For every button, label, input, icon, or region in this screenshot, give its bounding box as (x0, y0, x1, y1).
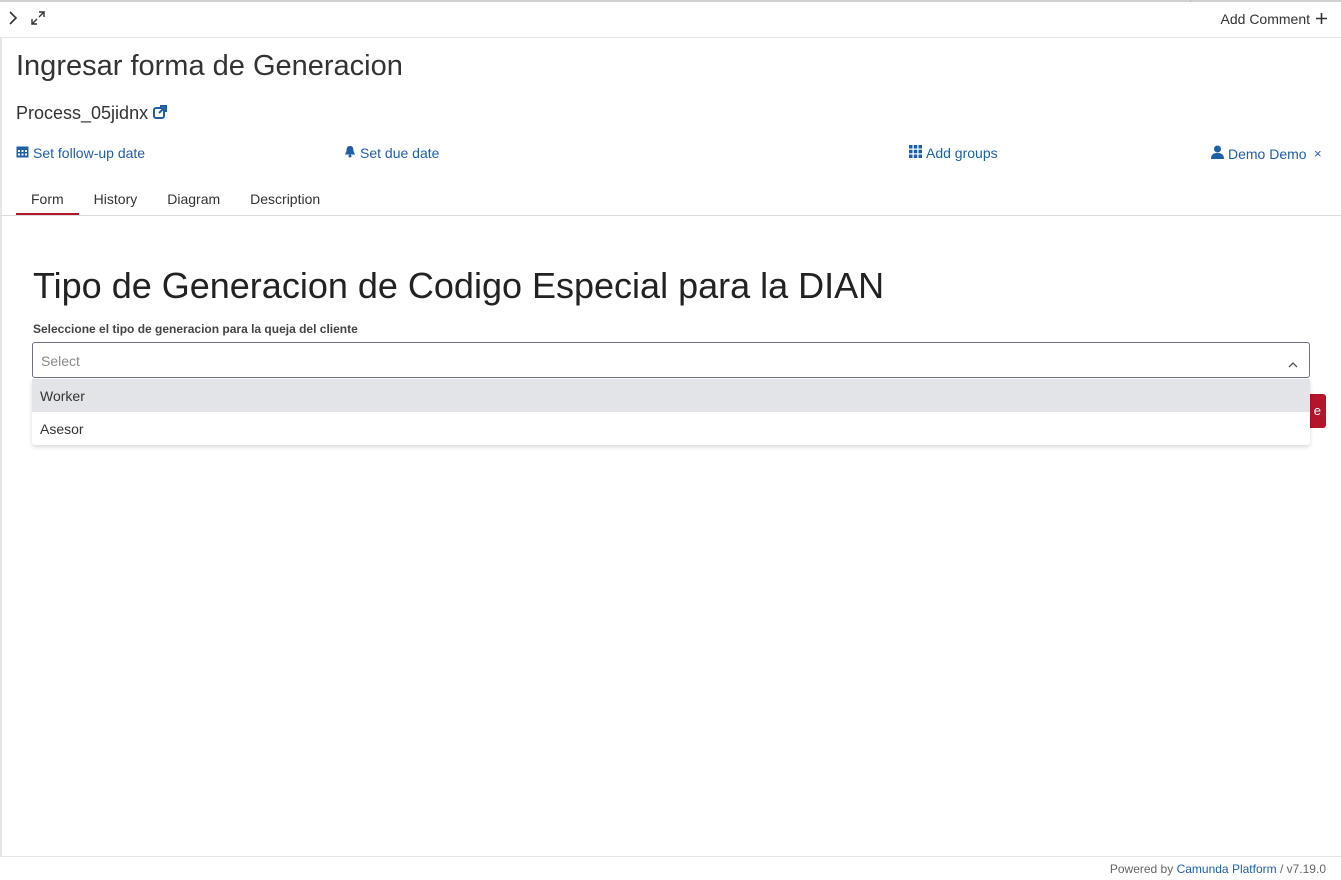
task-tabs: Form History Diagram Description (16, 184, 335, 216)
tab-description[interactable]: Description (235, 184, 335, 216)
select-placeholder: Select (41, 353, 80, 369)
divider (1190, 0, 1191, 2)
task-title: Ingresar forma de Generacion (16, 50, 403, 82)
user-icon (1211, 145, 1224, 162)
version-text: / v7.19.0 (1276, 862, 1326, 876)
select-dropdown: Worker Asesor (32, 379, 1310, 445)
assignee-button[interactable]: Demo Demo (1211, 145, 1307, 162)
tab-form[interactable]: Form (16, 184, 79, 216)
footer-divider (0, 856, 1341, 857)
task-header-bar: Add Comment (0, 0, 1341, 38)
add-groups-label: Add groups (926, 145, 998, 161)
tabs-divider (0, 215, 1341, 216)
tab-diagram[interactable]: Diagram (152, 184, 235, 216)
bell-icon (344, 145, 356, 161)
calendar-icon (16, 145, 29, 161)
add-groups-button[interactable]: Add groups (909, 145, 998, 161)
add-comment-button[interactable]: Add Comment (1221, 11, 1327, 27)
add-comment-label: Add Comment (1220, 11, 1310, 27)
grid-icon (909, 145, 922, 161)
submit-button[interactable]: e (1310, 394, 1326, 428)
expand-icon[interactable] (31, 11, 45, 30)
option-worker[interactable]: Worker (32, 379, 1310, 412)
form-title: Tipo de Generacion de Codigo Especial pa… (33, 265, 885, 306)
set-due-date-button[interactable]: Set due date (344, 145, 439, 161)
process-name: Process_05jidnx (16, 103, 149, 123)
tab-history[interactable]: History (79, 184, 153, 216)
external-link-icon[interactable] (153, 103, 168, 124)
remove-assignee-button[interactable]: × (1314, 146, 1322, 161)
process-link[interactable]: Process_05jidnx (16, 103, 168, 124)
sidebar-edge (0, 38, 2, 856)
camunda-link[interactable]: Camunda Platform (1177, 862, 1277, 876)
footer: Powered by Camunda Platform / v7.19.0 (1110, 862, 1326, 876)
assignee-name: Demo Demo (1228, 145, 1307, 162)
set-follow-up-date-button[interactable]: Set follow-up date (16, 145, 145, 161)
follow-up-label: Set follow-up date (33, 145, 146, 161)
chevron-right-icon[interactable] (8, 11, 18, 30)
field-label: Seleccione el tipo de generacion para la… (33, 322, 358, 336)
powered-by-text: Powered by (1109, 862, 1174, 876)
option-asesor[interactable]: Asesor (32, 412, 1310, 445)
submit-label: e (1313, 403, 1321, 418)
chevron-up-icon (1288, 355, 1298, 373)
due-date-label: Set due date (360, 145, 440, 161)
generation-type-select[interactable]: Select (32, 342, 1310, 378)
plus-icon (1316, 11, 1327, 27)
